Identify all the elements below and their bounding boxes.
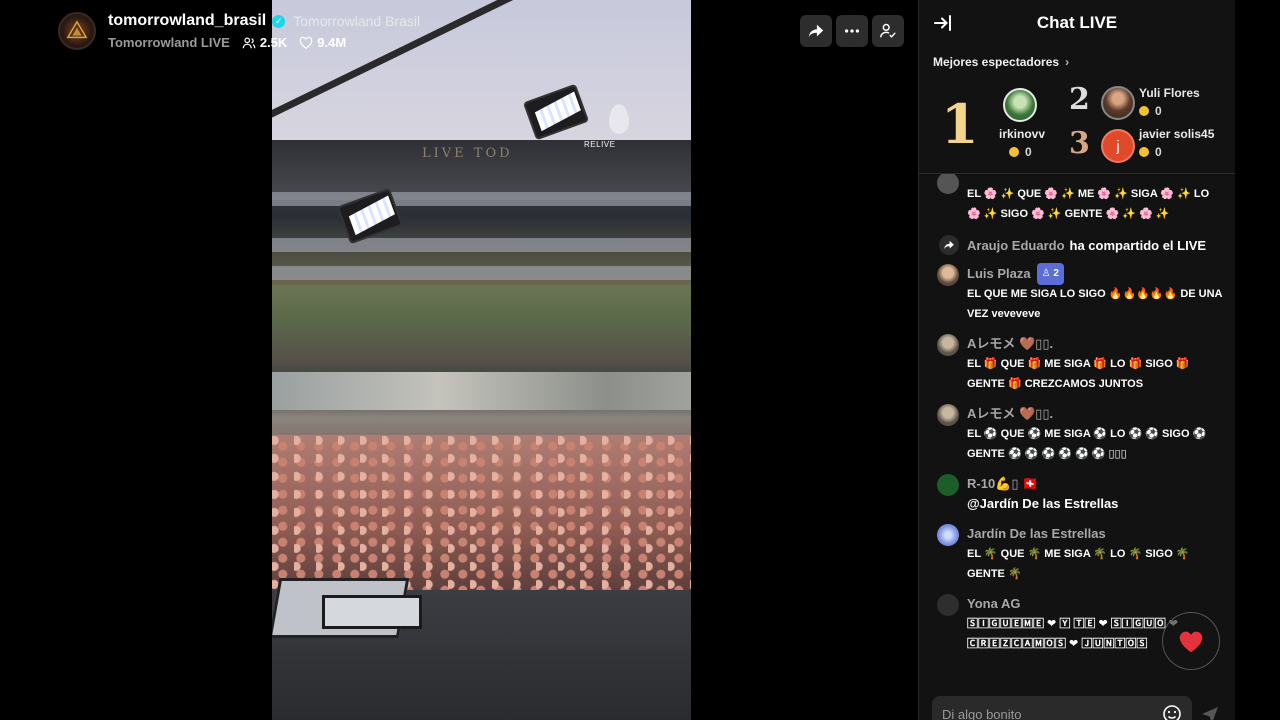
message-user[interactable]: Jardín De las Estrellas [967,524,1106,544]
avatar[interactable] [937,404,959,426]
follow-button[interactable] [872,15,904,47]
top-viewers-label: Mejores espectadores [933,55,1060,69]
avatar[interactable] [1003,88,1037,122]
relive-label: RELIVE [584,140,616,149]
share-user[interactable]: Araujo Eduardo [967,238,1065,253]
message-text: @Jardín De las Estrellas [967,496,1119,511]
crowd [272,435,691,595]
share-event-icon [939,235,959,255]
app-root: LIVE TOD RELIVE tomorrowland_brasil ✓ To… [0,0,1280,720]
message-text: EL ⚽ QUE ⚽ ME SIGA ⚽ LO ⚽ ⚽ SIGO ⚽ GENTE… [967,428,1207,460]
share-event: Araujo Eduardo ha compartido el LIVE [919,234,1236,256]
share-button[interactable] [800,15,832,47]
host-subtitle: Tomorrowland LIVE [108,35,230,50]
host-display-name: Tomorrowland Brasil [293,13,421,29]
message-user[interactable]: Aレモメ 🤎▯▯. [967,404,1053,424]
share-text: ha compartido el LIVE [1069,237,1207,253]
viewer-count: 2.5K [242,35,287,50]
message-user[interactable]: Luis Plaza [967,264,1031,284]
top-viewer-coins: 0 [1139,145,1162,159]
chat-message: EL 🌸 ✨ QUE 🌸 ✨ ME 🌸 ✨ SIGA 🌸 ✨ LO 🌸 ✨ SI… [919,174,1236,224]
chat-message: Aレモメ 🤎▯▯. EL 🎁 QUE 🎁 ME SIGA 🎁 LO 🎁 SIGO… [919,334,1236,394]
viewer-count-value: 2.5K [259,35,288,50]
chat-title: Chat LIVE [1036,13,1118,32]
avatar[interactable] [937,334,959,356]
user-check-icon [880,23,896,38]
coin-icon [1009,147,1019,157]
chat-header: Chat LIVE [919,0,1235,46]
more-button[interactable] [836,15,868,47]
like-heart-button[interactable] [1162,612,1220,670]
message-user[interactable]: Aレモメ 🤎▯▯. [967,334,1053,354]
chat-message: Jardín De las Estrellas EL 🌴 QUE 🌴 ME SI… [919,524,1236,584]
chat-messages[interactable]: EL 🌸 ✨ QUE 🌸 ✨ ME 🌸 ✨ SIGA 🌸 ✨ LO 🌸 ✨ SI… [919,174,1236,686]
top-viewer-name[interactable]: javier solis45 [1139,127,1214,141]
like-count: 9.4M [299,35,346,50]
coin-value: 0 [1155,104,1162,118]
coin-value: 0 [1025,145,1032,159]
coin-value: 0 [1155,145,1162,159]
level-badge: ♙ 2 [1036,263,1064,285]
more-icon [844,29,860,33]
top-viewer-coins: 0 [1139,104,1162,118]
avatar[interactable] [937,264,959,286]
emoji-icon[interactable] [1162,704,1182,720]
top-viewer-coins: 0 [1009,145,1032,159]
people-icon [242,36,256,48]
chat-message: Aレモメ 🤎▯▯. EL ⚽ QUE ⚽ ME SIGA ⚽ LO ⚽ ⚽ SI… [919,404,1236,464]
heart-icon [1179,631,1203,653]
level-badge-value: 2 [1053,268,1059,279]
send-icon[interactable] [1200,704,1220,720]
avatar[interactable] [937,594,959,616]
host-avatar[interactable] [58,12,96,50]
lawn [272,285,691,365]
avatar[interactable]: j [1101,129,1135,163]
message-user[interactable]: R-10💪▯ 🇨🇭 [967,474,1038,494]
message-user[interactable]: Yona AG [967,594,1020,614]
avatar[interactable] [937,174,959,194]
heart-icon [299,36,313,49]
video-area[interactable]: LIVE TOD RELIVE tomorrowland_brasil ✓ To… [0,0,918,720]
like-count-value: 9.4M [317,35,347,50]
share-icon [808,24,824,38]
chat-message: Luis Plaza ♙ 2 EL QUE ME SIGA LO SIGO 🔥🔥🔥… [919,263,1236,324]
coin-icon [1139,147,1149,157]
top-viewer-name[interactable]: Yuli Flores [1139,86,1200,100]
chat-message: R-10💪▯ 🇨🇭 @Jardín De las Estrellas [919,474,1236,514]
message-text: EL 🎁 QUE 🎁 ME SIGA 🎁 LO 🎁 SIGO 🎁 GENTE 🎁… [967,358,1190,390]
drop-icon [609,104,629,134]
message-text: EL 🌸 ✨ QUE 🌸 ✨ ME 🌸 ✨ SIGA 🌸 ✨ LO 🌸 ✨ SI… [967,188,1210,220]
coin-icon [1139,106,1149,116]
top-viewers-title[interactable]: Mejores espectadores › [933,55,1069,69]
chat-input-bar [932,696,1192,720]
avatar[interactable] [937,524,959,546]
message-text: EL QUE ME SIGA LO SIGO 🔥🔥🔥🔥🔥 DE UNA VEZ … [967,288,1223,320]
top-viewer-name[interactable]: irkinovv [999,127,1045,141]
avatar[interactable] [1101,86,1135,120]
collapse-icon[interactable] [933,13,953,33]
verified-icon: ✓ [272,14,286,28]
stadium-tier [272,266,691,280]
rank-3: 3 [1069,126,1090,161]
tomorrowland-logo-icon [66,20,88,39]
host-info: tomorrowland_brasil ✓ Tomorrowland Brasi… [58,12,420,50]
top-viewers: Mejores espectadores › 1 irkinovv 0 2 Yu… [919,46,1235,174]
video-actions [800,15,904,47]
live-video[interactable]: LIVE TOD RELIVE [272,0,691,720]
dj-screen [322,595,422,629]
chat-input[interactable] [942,706,1162,720]
host-username[interactable]: tomorrowland_brasil [108,12,266,30]
stadium-tier [272,192,691,206]
message-text: EL 🌴 QUE 🌴 ME SIGA 🌴 LO 🌴 SIGO 🌴 GENTE 🌴 [967,548,1190,580]
rank-1: 1 [941,92,979,156]
rank-2: 2 [1069,82,1090,117]
chevron-right-icon: › [1065,55,1070,69]
stadium-tier [272,238,691,252]
avatar[interactable] [937,474,959,496]
stage-banner [272,372,691,410]
roof-text: LIVE TOD [422,146,513,161]
